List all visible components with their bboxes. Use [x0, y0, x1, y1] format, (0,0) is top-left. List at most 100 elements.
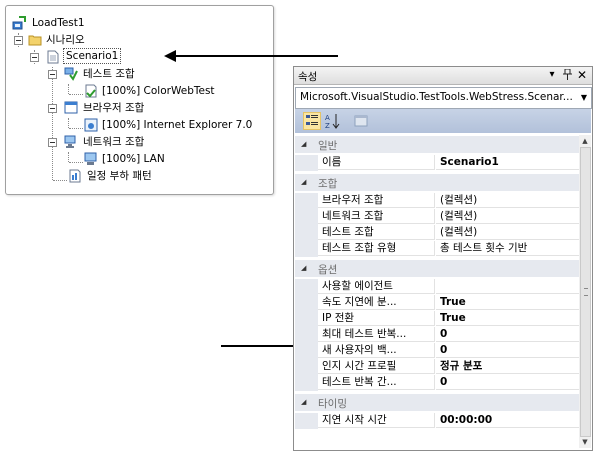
window-position-dropdown-icon[interactable]: ▾	[546, 68, 558, 82]
scroll-thumb[interactable]	[580, 147, 591, 437]
row-gutter	[295, 209, 318, 225]
property-value[interactable]: Scenario1	[436, 155, 579, 170]
properties-toolbar: A Z	[295, 109, 591, 133]
category-label: 조합	[318, 178, 338, 190]
tree-label: 네트워크 조합	[83, 136, 145, 148]
property-name: 최대 테스트 반복...	[318, 327, 435, 342]
collapse-arrow-icon[interactable]: ◢	[301, 140, 306, 148]
tree-label: [100%] LAN	[102, 153, 165, 165]
object-selector-text: Microsoft.VisualStudio.TestTools.WebStre…	[300, 91, 573, 103]
row-gutter	[295, 279, 318, 295]
collapse-toggle[interactable]	[48, 138, 57, 147]
property-value[interactable]: (컬렉션)	[436, 225, 579, 240]
tree-label: [100%] ColorWebTest	[102, 85, 215, 97]
property-row[interactable]: 브라우저 조합 (컬렉션)	[295, 193, 579, 209]
sort-az-icon: A Z	[325, 114, 340, 130]
row-gutter	[295, 193, 318, 209]
tree-connector	[68, 84, 69, 94]
property-row[interactable]: 속도 지연에 분... True	[295, 295, 579, 311]
scroll-down-icon[interactable]: ▼	[579, 436, 591, 448]
property-name: 속도 지연에 분...	[318, 295, 435, 310]
property-row[interactable]: 최대 테스트 반복... 0	[295, 327, 579, 343]
load-pattern-icon	[69, 169, 81, 183]
row-gutter	[295, 343, 318, 359]
row-gutter	[295, 359, 318, 375]
row-gutter	[295, 295, 318, 311]
property-value[interactable]: 0	[436, 327, 579, 342]
property-row[interactable]: 지연 시작 시간 00:00:00	[295, 413, 579, 429]
web-test-icon	[85, 84, 97, 98]
row-gutter	[295, 155, 318, 171]
property-value[interactable]: True	[436, 295, 579, 310]
property-name: IP 전환	[318, 311, 435, 326]
property-pages-button[interactable]	[352, 112, 370, 130]
browser-icon	[84, 118, 98, 132]
tree-connector	[68, 118, 69, 128]
tree-connector	[69, 162, 83, 163]
row-gutter	[295, 241, 318, 257]
property-value[interactable]: (컬렉션)	[436, 193, 579, 208]
property-row[interactable]: 네트워크 조합 (컬렉션)	[295, 209, 579, 225]
property-row[interactable]: 인지 시간 프로필 정규 분포	[295, 359, 579, 375]
network-mix-icon	[64, 135, 76, 148]
collapse-arrow-icon[interactable]: ◢	[301, 398, 306, 406]
pin-icon[interactable]	[561, 68, 573, 82]
collapse-toggle[interactable]	[14, 36, 23, 45]
property-row[interactable]: 테스트 조합 (컬렉션)	[295, 225, 579, 241]
test-mix-icon	[64, 67, 78, 81]
collapse-toggle[interactable]	[48, 70, 57, 79]
categorized-button[interactable]	[303, 112, 321, 130]
category-header[interactable]: ◢ 옵션	[295, 260, 579, 277]
vertical-scrollbar[interactable]: ▲ ▼	[579, 135, 591, 448]
object-selector-combobox[interactable]: Microsoft.VisualStudio.TestTools.WebStre…	[295, 87, 592, 109]
alphabetical-button[interactable]: A Z	[324, 112, 342, 130]
property-value[interactable]: (컬렉션)	[436, 209, 579, 224]
property-name: 테스트 반복 간...	[318, 375, 435, 390]
property-value[interactable]: 정규 분포	[436, 359, 579, 374]
pointer-arrow-line	[221, 345, 301, 347]
browser-mix-icon	[64, 101, 78, 114]
categorized-icon	[306, 115, 318, 125]
tree-connector	[69, 94, 83, 95]
property-row[interactable]: 테스트 조합 유형 총 테스트 횟수 기반	[295, 241, 579, 257]
tree-connector	[68, 152, 69, 162]
chevron-down-icon[interactable]: ▼	[577, 88, 591, 108]
property-row[interactable]: IP 전환 True	[295, 311, 579, 327]
category-label: 일반	[318, 140, 338, 152]
property-value[interactable]: 0	[436, 375, 579, 390]
property-value[interactable]: 0	[436, 343, 579, 358]
collapse-toggle[interactable]	[48, 104, 57, 113]
property-name: 새 사용자의 백...	[318, 343, 435, 358]
property-value[interactable]	[436, 279, 579, 294]
row-gutter	[295, 225, 318, 241]
scroll-up-icon[interactable]: ▲	[579, 135, 591, 147]
property-name: 브라우저 조합	[318, 193, 435, 208]
property-name: 네트워크 조합	[318, 209, 435, 224]
row-gutter	[295, 327, 318, 343]
collapse-arrow-icon[interactable]: ◢	[301, 178, 306, 186]
property-name: 지연 시작 시간	[318, 413, 435, 428]
property-row[interactable]: 테스트 반복 간... 0	[295, 375, 579, 391]
property-row[interactable]: 사용할 에이전트	[295, 279, 579, 295]
properties-window: 속성 ▾ ✕ Microsoft.VisualStudio.TestTools.…	[293, 66, 593, 451]
collapse-toggle[interactable]	[30, 53, 39, 62]
category-header[interactable]: ◢ 일반	[295, 136, 579, 153]
category-header[interactable]: ◢ 타이밍	[295, 394, 579, 411]
property-name: 이름	[318, 155, 435, 170]
network-icon	[84, 152, 97, 165]
tree-label: 브라우저 조합	[83, 102, 145, 114]
property-name: 테스트 조합 유형	[318, 241, 435, 256]
svg-text:A: A	[325, 114, 330, 122]
property-row[interactable]: 이름 Scenario1	[295, 155, 579, 171]
close-icon[interactable]: ✕	[576, 68, 588, 82]
property-value[interactable]: 총 테스트 횟수 기반	[436, 241, 579, 256]
property-grid: ◢ 일반 이름 Scenario1 ◢ 조합 브라우저 조합 (컬렉션) 네트워크 조합 (컬렉션…	[295, 135, 579, 448]
property-value[interactable]: 00:00:00	[436, 413, 579, 428]
property-value[interactable]: True	[436, 311, 579, 326]
properties-titlebar: 속성 ▾ ✕	[294, 67, 592, 85]
tree-label: 일정 부하 패턴	[87, 170, 152, 182]
collapse-arrow-icon[interactable]: ◢	[301, 264, 306, 272]
property-name: 인지 시간 프로필	[318, 359, 435, 374]
property-row[interactable]: 새 사용자의 백... 0	[295, 343, 579, 359]
category-header[interactable]: ◢ 조합	[295, 174, 579, 191]
